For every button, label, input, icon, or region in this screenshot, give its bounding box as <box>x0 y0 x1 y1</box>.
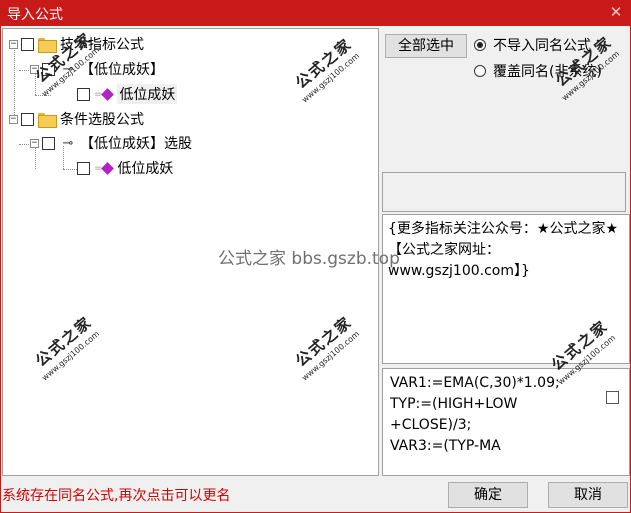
code-checkbox[interactable] <box>606 391 619 404</box>
title-bar: 导入公式 ✕ <box>0 0 631 26</box>
tree-node-select-formula[interactable]: = 低位成妖 <box>77 158 173 178</box>
radio-skip-duplicates[interactable]: 不导入同名公式 <box>474 35 591 55</box>
node-checkbox[interactable] <box>77 87 90 101</box>
tree-node-select-group[interactable]: − ⊸ 【低位成妖】选股 <box>30 133 192 153</box>
window-title: 导入公式 <box>7 7 63 23</box>
radio-button[interactable] <box>474 65 486 77</box>
node-checkbox[interactable] <box>42 136 55 150</box>
node-checkbox[interactable] <box>21 37 34 51</box>
folder-icon <box>38 37 57 53</box>
node-label: 技术指标公式 <box>60 37 144 53</box>
node-checkbox[interactable] <box>77 161 90 175</box>
formula-code-box[interactable]: VAR1:=EMA(C,30)*1.09; TYP:=(HIGH+LOW +CL… <box>382 368 630 476</box>
key-icon: ⊸ <box>62 135 74 151</box>
radio-overwrite-duplicates[interactable]: 覆盖同名(非系统) <box>474 61 602 81</box>
node-label: 低位成妖 <box>117 161 174 177</box>
folder-icon <box>38 112 57 128</box>
tree-node-tech-formula[interactable]: − 技术指标公式 <box>9 34 144 54</box>
ok-button[interactable]: 确定 <box>448 482 528 508</box>
node-label: 【低位成妖】选股 <box>80 136 192 152</box>
radio-label: 覆盖同名(非系统) <box>493 64 602 80</box>
radio-label: 不导入同名公式 <box>493 38 591 54</box>
collapse-icon[interactable]: − <box>30 64 39 74</box>
status-message: 系统存在同名公式,再次点击可以更名 <box>2 488 231 504</box>
node-label: 低位成妖 <box>117 84 178 104</box>
node-label: 【低位成妖】 <box>80 62 164 78</box>
formula-gem-icon: = <box>94 87 115 101</box>
formula-gem-icon: = <box>94 161 115 175</box>
collapse-icon[interactable]: − <box>9 39 18 49</box>
radio-button-selected[interactable] <box>474 39 486 51</box>
collapse-icon[interactable]: − <box>30 138 39 148</box>
close-icon[interactable]: ✕ <box>607 2 625 22</box>
node-checkbox[interactable] <box>21 112 34 126</box>
tree-node-stock-select[interactable]: − 条件选股公式 <box>9 109 144 129</box>
cancel-button[interactable]: 取消 <box>548 482 628 508</box>
key-icon: ⊸ <box>62 61 74 77</box>
node-checkbox[interactable] <box>42 62 55 76</box>
tree-connector <box>35 95 51 96</box>
empty-panel <box>382 172 626 212</box>
collapse-icon[interactable]: − <box>9 114 18 124</box>
formula-tree[interactable]: − 技术指标公式 − ⊸ 【低位成妖】 = 低位成妖 − 条件选股公式 − ⊸ … <box>2 28 379 476</box>
tree-node-formula[interactable]: = 低位成妖 <box>77 84 178 104</box>
description-box[interactable]: {更多指标关注公众号：★公式之家★ 【公式之家网址：www.gszj100.co… <box>382 214 630 364</box>
select-all-button[interactable]: 全部选中 <box>385 34 467 58</box>
node-label: 条件选股公式 <box>60 112 144 128</box>
tree-node-formula-group[interactable]: − ⊸ 【低位成妖】 <box>30 59 164 79</box>
